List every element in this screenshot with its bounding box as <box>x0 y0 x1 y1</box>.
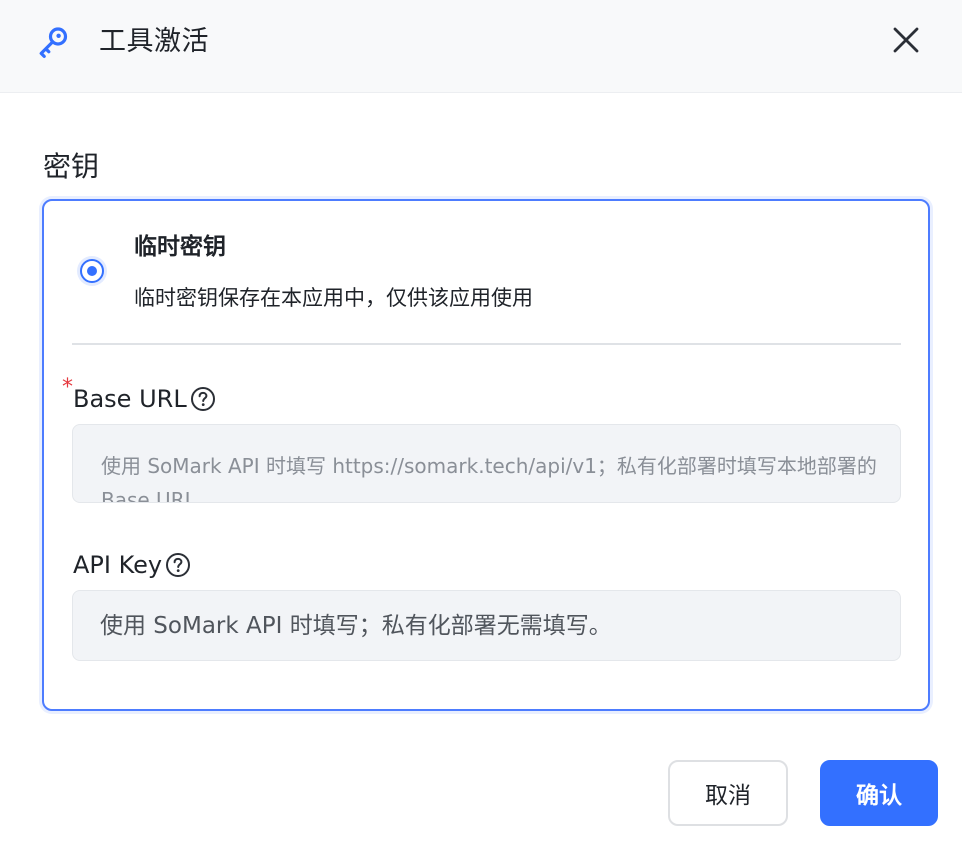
radio-ring <box>80 259 104 283</box>
divider <box>72 343 901 345</box>
required-mark: * <box>62 375 73 400</box>
base-url-label: Base URL <box>73 382 216 416</box>
dialog-title: 工具激活 <box>99 26 209 57</box>
tool-activation-dialog: 工具激活 密钥 临时密钥 临时密钥保存在本应用中，仅供该应用使用 * Base … <box>0 0 962 846</box>
temporary-key-radio[interactable] <box>77 256 107 286</box>
option-title: 临时密钥 <box>134 234 226 260</box>
close-icon <box>891 25 921 59</box>
help-icon[interactable] <box>190 386 216 412</box>
option-description: 临时密钥保存在本应用中，仅供该应用使用 <box>134 286 533 310</box>
api-key-label-text: API Key <box>73 551 163 579</box>
help-icon[interactable] <box>165 552 191 578</box>
section-label-secret-key: 密钥 <box>43 150 100 183</box>
cancel-button[interactable]: 取消 <box>668 760 788 826</box>
base-url-label-text: Base URL <box>73 385 187 413</box>
close-button[interactable] <box>884 20 928 64</box>
api-key-placeholder: 使用 SoMark API 时填写；私有化部署无需填写。 <box>100 613 612 639</box>
api-key-input[interactable]: 使用 SoMark API 时填写；私有化部署无需填写。 <box>72 590 901 661</box>
base-url-input[interactable]: 使用 SoMark API 时填写 https://somark.tech/ap… <box>72 424 901 503</box>
dialog-header: 工具激活 <box>0 0 962 93</box>
api-key-label: API Key <box>73 548 191 582</box>
confirm-button[interactable]: 确认 <box>820 760 938 826</box>
base-url-placeholder: 使用 SoMark API 时填写 https://somark.tech/ap… <box>101 454 877 503</box>
secret-key-card[interactable]: 临时密钥 临时密钥保存在本应用中，仅供该应用使用 * Base URL 使用 S… <box>42 199 930 711</box>
radio-selected-dot <box>87 266 97 276</box>
key-icon <box>36 24 72 60</box>
